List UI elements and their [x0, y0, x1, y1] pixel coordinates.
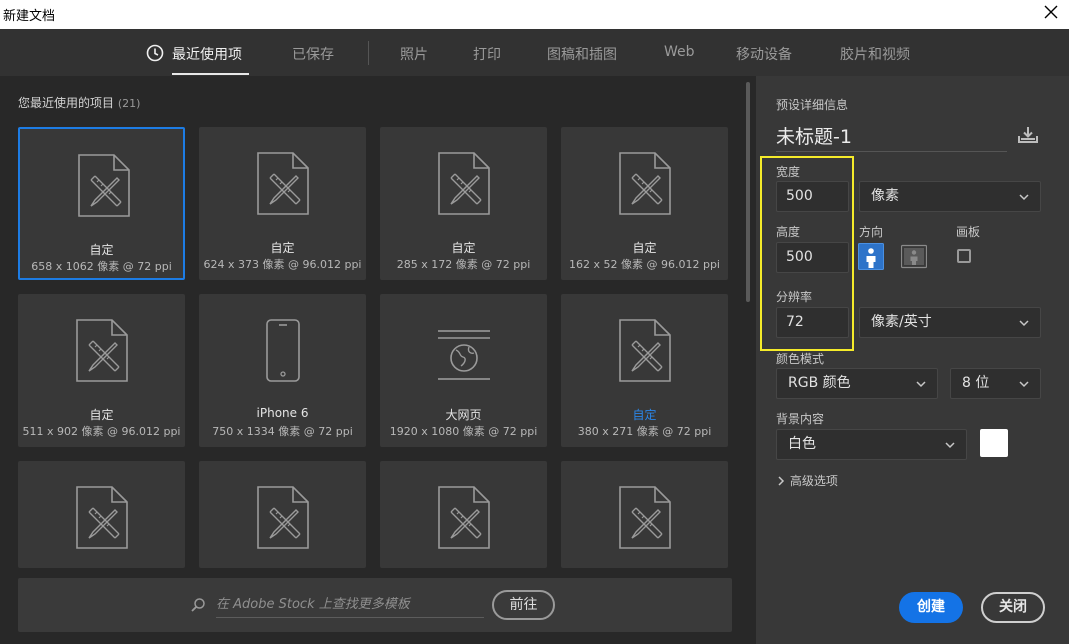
- document-ruler-icon: [619, 319, 671, 382]
- recent-item-card[interactable]: 自定 511 x 902 像素 @ 96.012 ppi: [18, 294, 185, 447]
- resolution-unit-value: 像素/英寸: [871, 314, 932, 330]
- background-label: 背景内容: [776, 412, 825, 426]
- recent-item-name: 自定: [632, 408, 657, 422]
- advanced-options-label: 高级选项: [789, 474, 838, 488]
- recent-item-card[interactable]: [18, 461, 185, 568]
- advanced-options-toggle[interactable]: 高级选项: [776, 472, 838, 489]
- background-dropdown[interactable]: 白色: [776, 429, 967, 460]
- recent-item-card[interactable]: [561, 461, 728, 568]
- document-ruler-icon: [438, 152, 490, 215]
- recent-item-size: 511 x 902 像素 @ 96.012 ppi: [22, 425, 181, 438]
- tab-mobile[interactable]: 移动设备: [736, 44, 792, 64]
- document-name-underline: [776, 151, 1007, 152]
- chevron-down-icon: [1019, 194, 1029, 201]
- go-button[interactable]: 前往: [492, 590, 555, 620]
- web-browser-icon: [432, 319, 496, 382]
- document-ruler-icon: [438, 486, 490, 549]
- document-ruler-icon: [619, 152, 671, 215]
- recent-items-panel: 您最近使用的项目 (21) 自定 658 x 1062 像素 @ 72 ppi 自定…: [0, 76, 756, 644]
- chevron-down-icon: [945, 442, 955, 449]
- close-icon[interactable]: [1043, 4, 1059, 20]
- recent-item-card[interactable]: [199, 461, 366, 568]
- stock-search-bar: 前往: [18, 578, 732, 632]
- window-titlebar: 新建文档: [0, 0, 1069, 29]
- resolution-unit-dropdown[interactable]: 像素/英寸: [859, 307, 1041, 338]
- recent-item-size: 1920 x 1080 像素 @ 72 ppi: [389, 425, 538, 438]
- orientation-label: 方向: [859, 225, 884, 239]
- recent-item-name: 自定: [89, 408, 114, 422]
- recent-count: (21): [117, 97, 141, 110]
- tab-print[interactable]: 打印: [473, 44, 501, 64]
- artboard-checkbox[interactable]: [957, 249, 971, 263]
- color-mode-value: RGB 颜色: [788, 375, 851, 391]
- tab-web[interactable]: Web: [664, 44, 695, 60]
- recent-item-size: 750 x 1334 像素 @ 72 ppi: [212, 425, 353, 438]
- recent-item-card[interactable]: [380, 461, 547, 568]
- recent-item-card[interactable]: iPhone 6 750 x 1334 像素 @ 72 ppi: [199, 294, 366, 447]
- chevron-down-icon: [1019, 320, 1029, 327]
- color-mode-dropdown[interactable]: RGB 颜色: [776, 368, 938, 399]
- window-title: 新建文档: [3, 9, 56, 24]
- phone-icon: [257, 319, 309, 382]
- background-color-swatch[interactable]: [980, 429, 1008, 457]
- create-button[interactable]: 创建: [899, 592, 963, 623]
- new-document-dialog: { "window": {"title": "新建文档"}, "tabs": […: [0, 0, 1069, 644]
- tab-art-illustration[interactable]: 图稿和插图: [547, 44, 617, 64]
- chevron-right-icon: [778, 476, 785, 486]
- highlight-annotation-box: [760, 156, 854, 351]
- recent-item-name: 自定: [451, 241, 476, 255]
- color-mode-label: 颜色模式: [776, 352, 825, 366]
- recent-item-card[interactable]: 自定 380 x 271 像素 @ 72 ppi: [561, 294, 728, 447]
- chevron-down-icon: [1019, 381, 1029, 388]
- chevron-down-icon: [916, 381, 926, 388]
- recent-item-size: 285 x 172 像素 @ 72 ppi: [396, 258, 531, 271]
- stock-search-input[interactable]: [216, 592, 484, 618]
- recent-item-name: 自定: [632, 241, 657, 255]
- active-tab-underline: [172, 73, 249, 75]
- recent-title: 您最近使用的项目: [18, 96, 115, 110]
- preset-section-title: 预设详细信息: [776, 98, 849, 112]
- background-value: 白色: [788, 436, 816, 452]
- recent-item-card[interactable]: 自定 162 x 52 像素 @ 96.012 ppi: [561, 127, 728, 280]
- document-ruler-icon: [76, 319, 128, 382]
- recent-item-size: 624 x 373 像素 @ 96.012 ppi: [203, 258, 362, 271]
- document-ruler-icon: [619, 486, 671, 549]
- recent-heading: 您最近使用的项目 (21): [18, 94, 140, 111]
- save-preset-icon[interactable]: [1017, 126, 1039, 144]
- portrait-orientation-icon[interactable]: [858, 243, 884, 270]
- recent-item-name: 自定: [89, 243, 114, 257]
- unit-dropdown[interactable]: 像素: [859, 181, 1041, 212]
- document-ruler-icon: [76, 486, 128, 549]
- landscape-orientation-icon[interactable]: [901, 243, 927, 270]
- recent-item-size: 162 x 52 像素 @ 96.012 ppi: [569, 258, 720, 271]
- recent-item-card[interactable]: 自定 658 x 1062 像素 @ 72 ppi: [18, 127, 185, 280]
- recent-item-size: 380 x 271 像素 @ 72 ppi: [577, 425, 712, 438]
- unit-value: 像素: [871, 188, 899, 204]
- clock-icon: [146, 44, 164, 62]
- bit-depth-dropdown[interactable]: 8 位: [950, 368, 1041, 399]
- recent-item-card[interactable]: 自定 624 x 373 像素 @ 96.012 ppi: [199, 127, 366, 280]
- recent-item-size: 658 x 1062 像素 @ 72 ppi: [31, 260, 172, 273]
- search-icon: [191, 598, 205, 612]
- recent-item-card[interactable]: 大网页 1920 x 1080 像素 @ 72 ppi: [380, 294, 547, 447]
- document-ruler-icon: [257, 486, 309, 549]
- scrollbar-thumb[interactable]: [746, 82, 750, 302]
- document-ruler-icon: [78, 154, 130, 217]
- category-tabs: 最近使用项 已保存 照片 打印 图稿和插图 Web 移动设备 胶片和视频: [0, 29, 1069, 76]
- tab-divider: [368, 41, 369, 65]
- tab-saved[interactable]: 已保存: [292, 44, 334, 64]
- close-button[interactable]: 关闭: [981, 592, 1045, 623]
- recent-item-name: 大网页: [445, 408, 482, 422]
- tab-photo[interactable]: 照片: [400, 44, 428, 64]
- tab-film-video[interactable]: 胶片和视频: [840, 44, 910, 64]
- document-name-field[interactable]: 未标题-1: [776, 122, 852, 149]
- document-ruler-icon: [257, 152, 309, 215]
- artboard-label: 画板: [956, 225, 981, 239]
- recent-item-name: iPhone 6: [256, 406, 309, 420]
- tab-recent[interactable]: 最近使用项: [172, 44, 242, 64]
- recent-item-card[interactable]: 自定 285 x 172 像素 @ 72 ppi: [380, 127, 547, 280]
- recent-item-name: 自定: [270, 241, 295, 255]
- bit-depth-value: 8 位: [962, 375, 990, 391]
